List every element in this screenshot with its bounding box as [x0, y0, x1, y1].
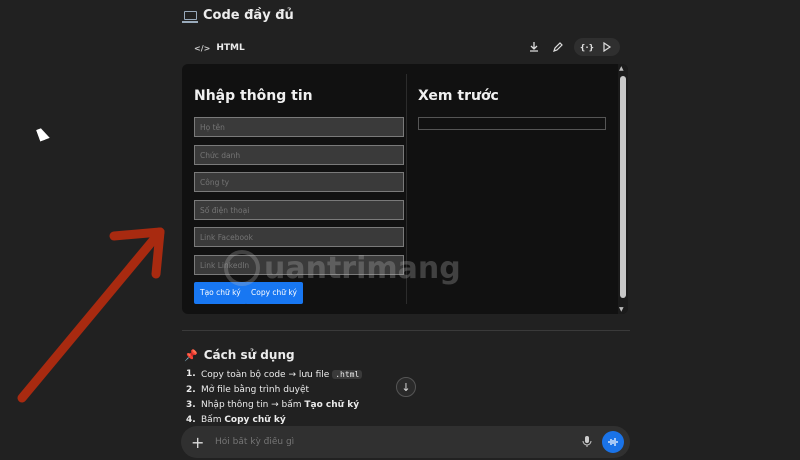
annotation-arrow — [17, 227, 165, 403]
